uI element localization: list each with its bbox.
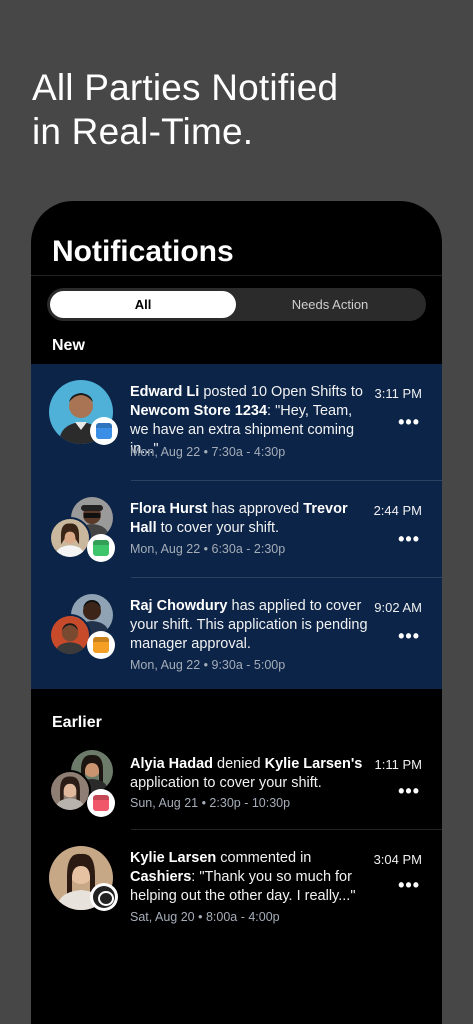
phone-screen: Notifications All Needs Action New Edwar… xyxy=(31,201,442,1024)
headline-line-2: in Real-Time. xyxy=(32,111,254,152)
more-options-icon[interactable]: ••• xyxy=(398,627,420,645)
notification-body: has approved xyxy=(207,501,304,517)
shift-meta: Sun, Aug 21 • 2:30p - 10:30p xyxy=(130,796,291,810)
notification-text: Alyia Hadad denied Kylie Larsen's applic… xyxy=(130,755,375,793)
calendar-icon xyxy=(93,637,109,653)
timestamp: 2:44 PM xyxy=(373,503,422,518)
chat-bubble-icon xyxy=(93,886,115,908)
avatar xyxy=(49,517,91,559)
more-options-icon[interactable]: ••• xyxy=(398,876,420,894)
avatar xyxy=(49,770,91,812)
more-options-icon[interactable]: ••• xyxy=(398,413,420,431)
notification-item[interactable]: Edward Li posted 10 Open Shifts to Newco… xyxy=(31,364,442,481)
target-name: Cashiers xyxy=(130,869,192,885)
notification-body: denied xyxy=(213,756,265,772)
notification-item[interactable]: Flora Hurst has approved Trevor Hall to … xyxy=(31,481,442,578)
title-divider xyxy=(31,275,442,276)
shift-meta: Mon, Aug 22 • 7:30a - 4:30p xyxy=(130,445,286,459)
actor-name: Edward Li xyxy=(130,384,200,400)
actor-name: Raj Chowdury xyxy=(130,598,228,614)
avatar-group xyxy=(49,380,118,448)
calendar-badge xyxy=(87,631,115,659)
notification-text: Flora Hurst has approved Trevor Hall to … xyxy=(130,500,370,538)
headline-line-1: All Parties Notified xyxy=(32,67,339,108)
calendar-icon xyxy=(93,795,109,811)
notification-text: Raj Chowdury has applied to cover your s… xyxy=(130,597,370,654)
notification-body: application to cover your shift. xyxy=(130,775,322,791)
notification-item[interactable]: Raj Chowdury has applied to cover your s… xyxy=(31,578,442,689)
avatar-group xyxy=(49,750,117,818)
notification-body: commented in xyxy=(216,850,312,866)
calendar-badge xyxy=(90,417,118,445)
notification-item[interactable]: Kylie Larsen commented in Cashiers: "Tha… xyxy=(31,830,442,940)
tab-needs-action[interactable]: Needs Action xyxy=(237,291,423,318)
timestamp: 9:02 AM xyxy=(374,600,422,615)
avatar-group xyxy=(49,594,117,662)
avatar xyxy=(49,614,91,656)
actor-name: Kylie Larsen xyxy=(130,850,217,866)
avatar-group xyxy=(49,497,117,565)
section-label-earlier: Earlier xyxy=(52,714,102,731)
notification-text: Kylie Larsen commented in Cashiers: "Tha… xyxy=(130,849,370,906)
shift-meta: Mon, Aug 22 • 6:30a - 2:30p xyxy=(130,542,286,556)
shift-meta: Mon, Aug 22 • 9:30a - 5:00p xyxy=(130,658,286,672)
calendar-badge xyxy=(87,789,115,817)
notification-body: posted 10 Open Shifts to xyxy=(199,384,363,400)
target-name: Newcom Store 1234 xyxy=(130,403,268,419)
tab-all[interactable]: All xyxy=(50,291,236,318)
timestamp: 3:11 PM xyxy=(374,386,422,401)
calendar-badge xyxy=(87,534,115,562)
page-title: Notifications xyxy=(52,235,234,268)
section-label-new: New xyxy=(52,337,85,354)
timestamp: 1:11 PM xyxy=(374,757,422,772)
filter-segmented-control: All Needs Action xyxy=(47,288,426,321)
notification-body: to cover your shift. xyxy=(156,520,280,536)
avatar-group xyxy=(49,846,118,914)
notification-item[interactable]: Alyia Hadad denied Kylie Larsen's applic… xyxy=(31,738,442,830)
actor-name: Flora Hurst xyxy=(130,501,208,517)
chat-badge xyxy=(90,883,118,911)
target-name: Kylie Larsen's xyxy=(264,756,363,772)
actor-name: Alyia Hadad xyxy=(130,756,213,772)
calendar-icon xyxy=(93,540,109,556)
marketing-headline: All Parties Notified in Real-Time. xyxy=(32,66,338,154)
timestamp: 3:04 PM xyxy=(373,852,422,867)
more-options-icon[interactable]: ••• xyxy=(398,782,420,800)
shift-meta: Sat, Aug 20 • 8:00a - 4:00p xyxy=(130,910,280,924)
calendar-icon xyxy=(96,423,112,439)
more-options-icon[interactable]: ••• xyxy=(398,530,420,548)
